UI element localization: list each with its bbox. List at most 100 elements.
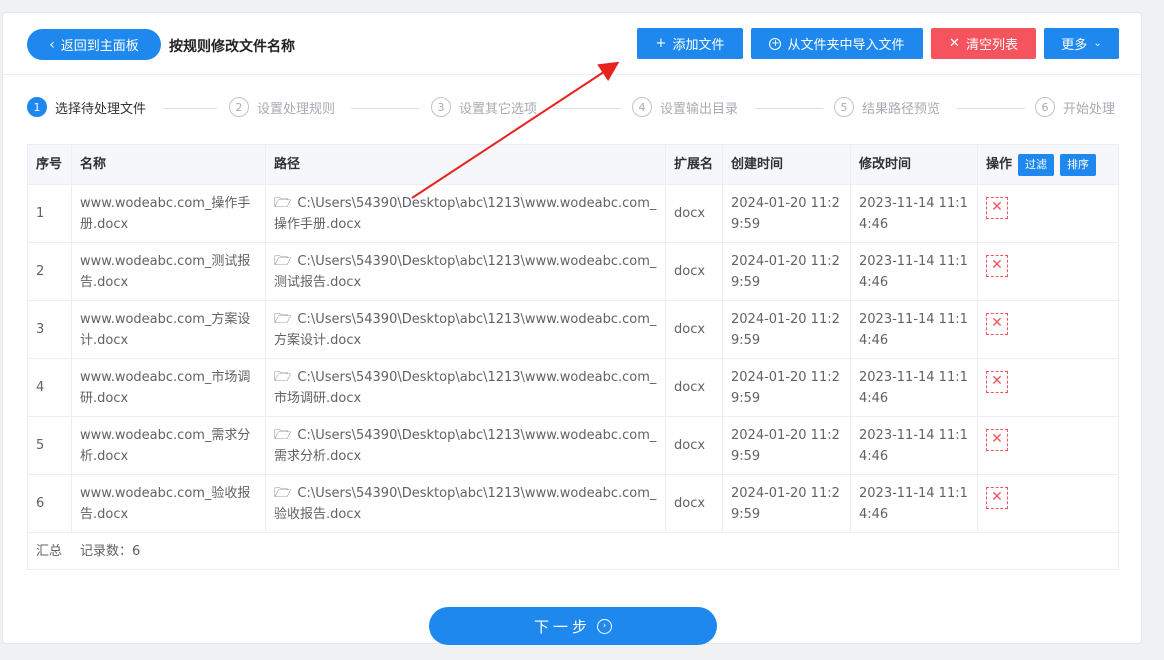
file-name: www.wodeabc.com_方案设计.docx: [80, 311, 251, 348]
back-button-label: 返回到主面板: [60, 39, 139, 54]
folder-icon: 🗁: [274, 426, 292, 443]
created-time: 2024-01-20 11:29:59: [731, 369, 840, 406]
file-name: www.wodeabc.com_市场调研.docx: [80, 369, 251, 406]
created-time: 2024-01-20 11:29:59: [731, 485, 840, 522]
chevron-down-icon: ⌄: [1093, 38, 1102, 49]
created-time: 2024-01-20 11:29:59: [731, 311, 840, 348]
operations-label: 操作: [986, 157, 1013, 172]
file-path-text: C:\Users\54390\Desktop\abc\1213\www.wode…: [274, 195, 657, 232]
delete-row-button[interactable]: ✕: [986, 312, 1008, 335]
step-number: 1: [27, 97, 47, 117]
step-1: 1 选择待处理文件: [27, 97, 146, 117]
created-time: 2024-01-20 11:29:59: [731, 195, 840, 232]
file-name: www.wodeabc.com_测试报告.docx: [80, 253, 251, 290]
circle-arrow-right-icon: ›: [597, 618, 612, 634]
file-name: www.wodeabc.com_需求分析.docx: [80, 427, 251, 464]
delete-row-button[interactable]: ✕: [986, 370, 1008, 393]
row-index: 3: [28, 301, 72, 358]
import-from-folder-button[interactable]: + 从文件夹中导入文件: [751, 28, 923, 59]
modified-time: 2023-11-14 11:14:46: [859, 195, 968, 232]
step-number: 2: [229, 97, 249, 117]
file-table: 序号 名称 路径 扩展名 创建时间 修改时间 操作 过滤 排序 1 www.wo…: [27, 144, 1119, 570]
table-row: 4 www.wodeabc.com_市场调研.docx 🗁 C:\Users\54…: [28, 359, 1118, 417]
row-index: 5: [28, 417, 72, 474]
step-label: 结果路径预览: [862, 101, 941, 117]
file-extension: docx: [666, 359, 723, 416]
next-step-button[interactable]: 下一步 ›: [429, 607, 717, 645]
step-number: 3: [431, 97, 451, 117]
modified-time: 2023-11-14 11:14:46: [859, 253, 968, 290]
modified-time: 2023-11-14 11:14:46: [859, 427, 968, 464]
filter-button[interactable]: 过滤: [1018, 153, 1055, 176]
row-index: 1: [28, 185, 72, 242]
file-extension: docx: [666, 301, 723, 358]
delete-row-button[interactable]: ✕: [986, 428, 1008, 451]
file-extension: docx: [666, 475, 723, 532]
step-3: 3 设置其它选项: [431, 97, 537, 117]
modified-time: 2023-11-14 11:14:46: [859, 369, 968, 406]
table-row: 5 www.wodeabc.com_需求分析.docx 🗁 C:\Users\54…: [28, 417, 1118, 475]
close-icon: ✕: [949, 36, 960, 51]
file-path: 🗁 C:\Users\54390\Desktop\abc\1213\www.wod…: [274, 251, 657, 293]
next-step-label: 下一步: [533, 617, 591, 636]
add-file-button[interactable]: + 添加文件: [637, 28, 743, 59]
step-number: 6: [1035, 97, 1055, 117]
step-label: 设置输出目录: [660, 101, 739, 117]
step-connector: [163, 108, 217, 109]
delete-row-button[interactable]: ✕: [986, 254, 1008, 277]
record-count: 记录数：6: [80, 543, 141, 559]
file-extension: docx: [666, 417, 723, 474]
table-row: 3 www.wodeabc.com_方案设计.docx 🗁 C:\Users\54…: [28, 301, 1118, 359]
step-6: 6 开始处理: [1035, 97, 1115, 117]
created-time: 2024-01-20 11:29:59: [731, 253, 840, 290]
file-path: 🗁 C:\Users\54390\Desktop\abc\1213\www.wod…: [274, 425, 657, 467]
step-label: 设置其它选项: [459, 101, 538, 117]
file-extension: docx: [666, 185, 723, 242]
file-path: 🗁 C:\Users\54390\Desktop\abc\1213\www.wod…: [274, 193, 657, 235]
row-index: 4: [28, 359, 72, 416]
column-header-created-time: 创建时间: [723, 145, 851, 184]
chevron-left-icon: ‹: [49, 36, 55, 53]
plus-icon: +: [655, 36, 667, 51]
folder-icon: 🗁: [274, 194, 292, 211]
file-name: www.wodeabc.com_操作手册.docx: [80, 195, 251, 232]
file-path: 🗁 C:\Users\54390\Desktop\abc\1213\www.wod…: [274, 483, 657, 525]
table-row: 1 www.wodeabc.com_操作手册.docx 🗁 C:\Users\54…: [28, 185, 1118, 243]
delete-row-button[interactable]: ✕: [986, 486, 1008, 509]
clear-label: 清空列表: [965, 38, 1018, 53]
header-bar: ‹ 返回到主面板 按规则修改文件名称 + 添加文件 + 从文件夹中导入文件 ✕ …: [3, 13, 1141, 75]
file-path-text: C:\Users\54390\Desktop\abc\1213\www.wode…: [274, 427, 657, 464]
clear-list-button[interactable]: ✕ 清空列表: [931, 28, 1036, 59]
step-connector: [755, 108, 823, 109]
step-number: 5: [834, 97, 854, 117]
step-4: 4 设置输出目录: [632, 97, 738, 117]
column-header-path: 路径: [266, 145, 666, 184]
file-path-text: C:\Users\54390\Desktop\abc\1213\www.wode…: [274, 485, 657, 522]
circle-plus-icon: +: [769, 37, 782, 50]
add-file-label: 添加文件: [672, 38, 725, 53]
column-header-operations: 操作 过滤 排序: [978, 145, 1118, 184]
step-label: 选择待处理文件: [55, 101, 147, 117]
file-name: www.wodeabc.com_验收报告.docx: [80, 485, 251, 522]
table-row: 2 www.wodeabc.com_测试报告.docx 🗁 C:\Users\54…: [28, 243, 1118, 301]
modified-time: 2023-11-14 11:14:46: [859, 485, 968, 522]
created-time: 2024-01-20 11:29:59: [731, 427, 840, 464]
table-row: 6 www.wodeabc.com_验收报告.docx 🗁 C:\Users\54…: [28, 475, 1118, 533]
file-path-text: C:\Users\54390\Desktop\abc\1213\www.wode…: [274, 253, 657, 290]
back-to-dashboard-button[interactable]: ‹ 返回到主面板: [27, 29, 161, 60]
more-dropdown-button[interactable]: 更多 ⌄: [1044, 28, 1119, 59]
sort-button[interactable]: 排序: [1060, 153, 1097, 176]
more-label: 更多: [1061, 38, 1088, 53]
table-footer-row: 汇总 记录数：6: [28, 533, 1118, 569]
file-path-text: C:\Users\54390\Desktop\abc\1213\www.wode…: [274, 311, 657, 348]
table-header-row: 序号 名称 路径 扩展名 创建时间 修改时间 操作 过滤 排序: [28, 145, 1118, 185]
delete-row-button[interactable]: ✕: [986, 196, 1008, 219]
folder-icon: 🗁: [274, 368, 292, 385]
step-connector: [553, 108, 621, 109]
row-index: 2: [28, 243, 72, 300]
step-label: 开始处理: [1063, 101, 1116, 117]
import-label: 从文件夹中导入文件: [787, 38, 905, 53]
column-header-name: 名称: [72, 145, 266, 184]
modified-time: 2023-11-14 11:14:46: [859, 311, 968, 348]
folder-icon: 🗁: [274, 310, 292, 327]
